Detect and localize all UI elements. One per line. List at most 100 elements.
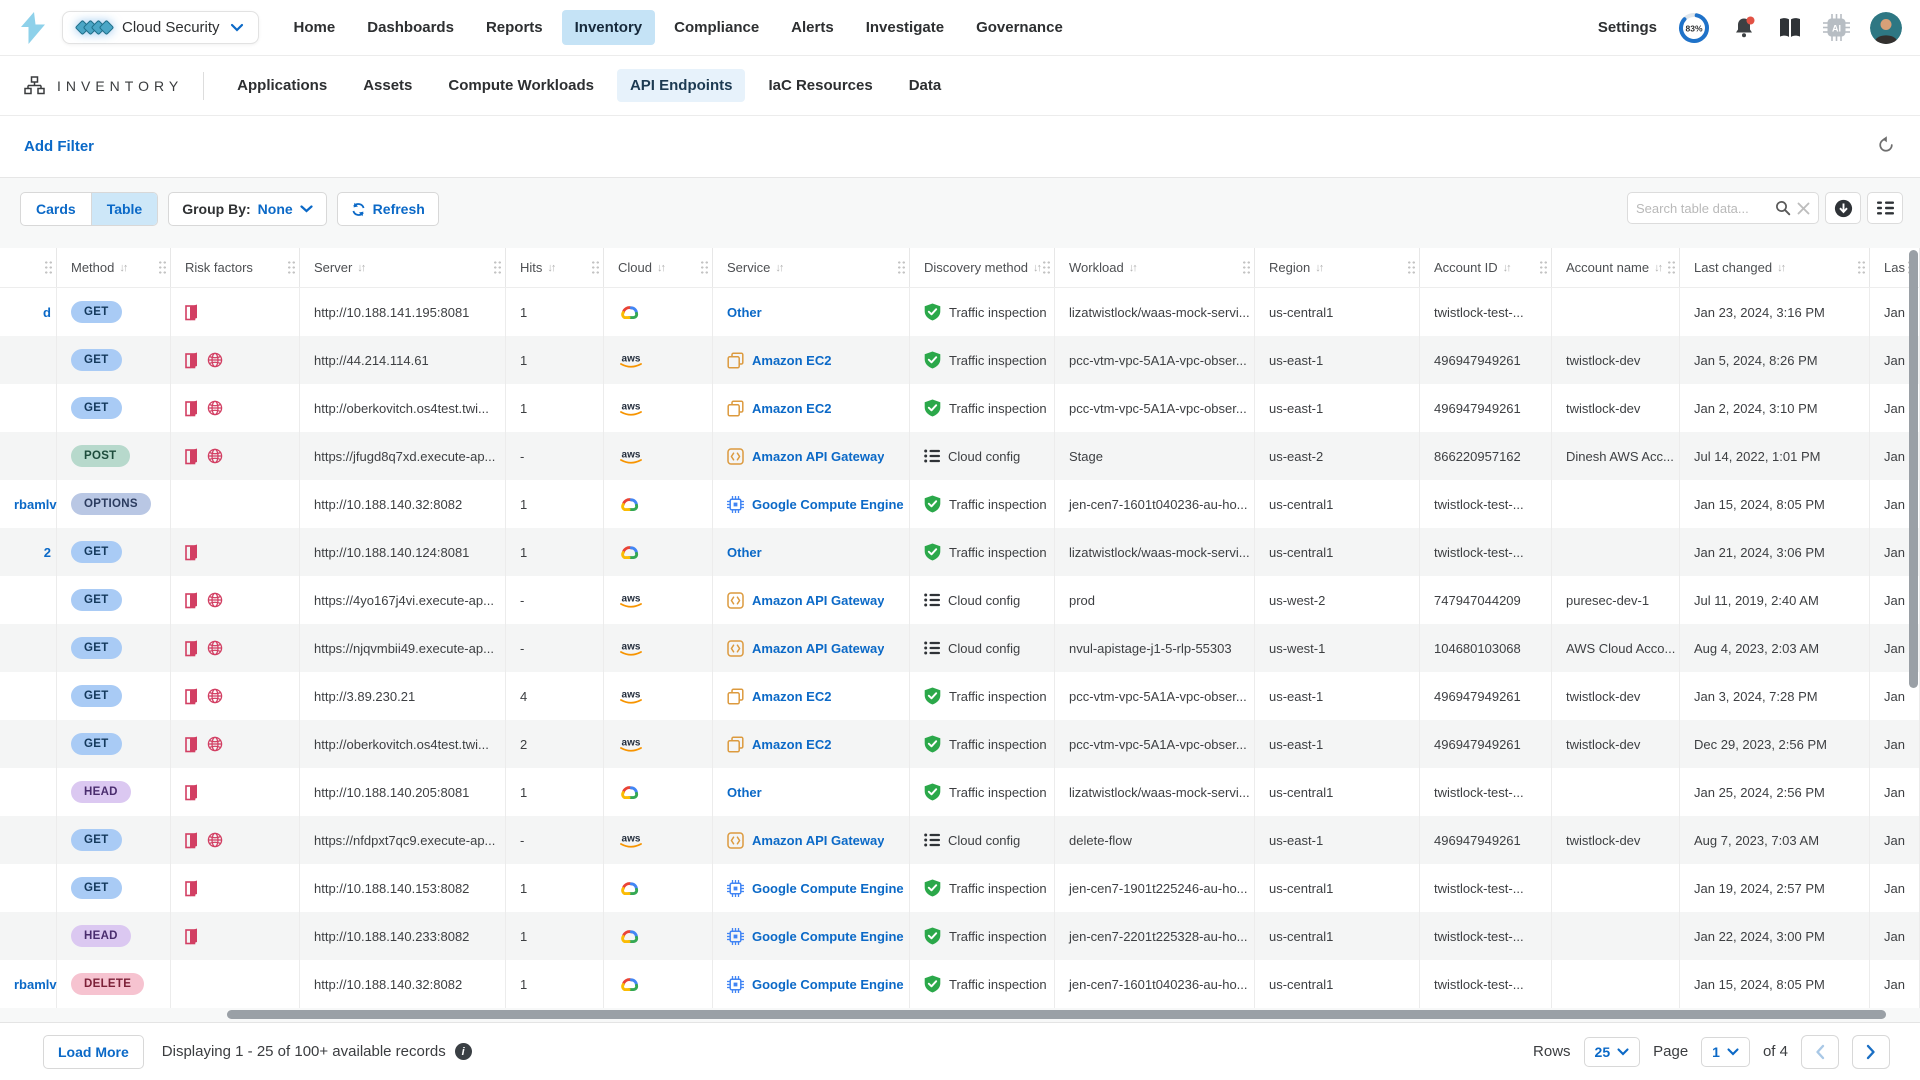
column-resize-grip[interactable]	[700, 260, 709, 275]
service-link[interactable]: Amazon API Gateway	[752, 833, 884, 848]
view-table-button[interactable]: Table	[91, 193, 158, 225]
sort-arrows-icon[interactable]: ↓↑	[1129, 262, 1136, 274]
page-select[interactable]: 1	[1701, 1037, 1750, 1067]
nav-item-home[interactable]: Home	[281, 10, 349, 45]
service-link[interactable]: Amazon EC2	[752, 737, 831, 752]
column-resize-grip[interactable]	[897, 260, 906, 275]
column-resize-grip[interactable]	[1242, 260, 1251, 275]
reset-filters-icon[interactable]	[1877, 135, 1896, 159]
service-link[interactable]: Amazon API Gateway	[752, 641, 884, 656]
usage-ring[interactable]: 83%	[1677, 11, 1711, 45]
column-header-account_name[interactable]: Account name↓↑	[1552, 248, 1680, 287]
column-header-cloud[interactable]: Cloud↓↑	[604, 248, 713, 287]
sort-arrows-icon[interactable]: ↓↑	[119, 262, 126, 274]
add-filter-button[interactable]: Add Filter	[24, 138, 94, 155]
sort-arrows-icon[interactable]: ↓↑	[1503, 262, 1510, 274]
aws-cloud-icon: aws	[618, 640, 644, 657]
column-resize-grip[interactable]	[1667, 260, 1676, 275]
column-resize-grip[interactable]	[158, 260, 167, 275]
service-link[interactable]: Google Compute Engine	[752, 881, 904, 896]
cell-workload: lizatwistlock/waas-mock-servi...	[1055, 288, 1255, 336]
sort-arrows-icon[interactable]: ↓↑	[1654, 262, 1661, 274]
service-link[interactable]: Google Compute Engine	[752, 977, 904, 992]
column-header-region[interactable]: Region↓↑	[1255, 248, 1420, 287]
nav-item-governance[interactable]: Governance	[963, 10, 1076, 45]
sort-arrows-icon[interactable]: ↓↑	[775, 262, 782, 274]
docs-book-icon[interactable]	[1777, 16, 1803, 40]
sort-arrows-icon[interactable]: ↓↑	[657, 262, 664, 274]
column-resize-grip[interactable]	[493, 260, 502, 275]
service-link[interactable]: Amazon API Gateway	[752, 449, 884, 464]
next-page-button[interactable]	[1852, 1035, 1890, 1069]
endpoint-name-link[interactable]: rbamlv	[14, 977, 57, 992]
column-header-account_id[interactable]: Account ID↓↑	[1420, 248, 1552, 287]
service-link[interactable]: Amazon EC2	[752, 401, 831, 416]
service-link[interactable]: Other	[727, 545, 762, 560]
column-resize-grip[interactable]	[44, 260, 53, 275]
tab-compute-workloads[interactable]: Compute Workloads	[435, 69, 607, 102]
sort-arrows-icon[interactable]: ↓↑	[1315, 262, 1322, 274]
sort-arrows-icon[interactable]: ↓↑	[1777, 262, 1784, 274]
refresh-button[interactable]: Refresh	[337, 192, 439, 226]
nav-item-investigate[interactable]: Investigate	[853, 10, 957, 45]
column-header-last_changed[interactable]: Last changed↓↑	[1680, 248, 1870, 287]
vertical-scrollbar[interactable]	[1909, 250, 1918, 688]
sort-arrows-icon[interactable]: ↓↑	[357, 262, 364, 274]
risk-internet-exposed-icon	[207, 448, 223, 464]
service-link[interactable]: Other	[727, 785, 762, 800]
view-cards-button[interactable]: Cards	[21, 193, 91, 225]
column-resize-grip[interactable]	[1539, 260, 1548, 275]
service-link[interactable]: Google Compute Engine	[752, 929, 904, 944]
user-avatar[interactable]	[1870, 12, 1902, 44]
nav-item-alerts[interactable]: Alerts	[778, 10, 847, 45]
tab-data[interactable]: Data	[896, 69, 955, 102]
rows-per-page-select[interactable]: 25	[1584, 1037, 1641, 1067]
search-input[interactable]	[1636, 201, 1769, 216]
clear-search-icon[interactable]	[1797, 202, 1810, 215]
nav-item-inventory[interactable]: Inventory	[562, 10, 656, 45]
group-by-button[interactable]: Group By: None	[168, 192, 326, 226]
service-link[interactable]: Google Compute Engine	[752, 497, 904, 512]
last_observed-value: Jan	[1884, 353, 1905, 368]
tab-applications[interactable]: Applications	[224, 69, 340, 102]
nav-item-compliance[interactable]: Compliance	[661, 10, 772, 45]
cell-account_name: AWS Cloud Acco...	[1552, 624, 1680, 672]
endpoint-name-link[interactable]: d	[43, 305, 57, 320]
tab-iac-resources[interactable]: IaC Resources	[755, 69, 885, 102]
service-link[interactable]: Other	[727, 305, 762, 320]
column-header-workload[interactable]: Workload↓↑	[1055, 248, 1255, 287]
search-icon[interactable]	[1775, 200, 1791, 216]
endpoint-name-link[interactable]: 2	[44, 545, 57, 560]
tab-assets[interactable]: Assets	[350, 69, 425, 102]
product-selector[interactable]: Cloud Security	[62, 11, 259, 44]
tab-api-endpoints[interactable]: API Endpoints	[617, 69, 746, 102]
nav-item-reports[interactable]: Reports	[473, 10, 556, 45]
service-link[interactable]: Amazon EC2	[752, 689, 831, 704]
column-resize-grip[interactable]	[591, 260, 600, 275]
load-more-button[interactable]: Load More	[43, 1035, 144, 1069]
download-button[interactable]	[1825, 192, 1861, 224]
info-icon[interactable]: i	[455, 1043, 472, 1060]
notifications-bell-icon[interactable]	[1731, 15, 1757, 41]
column-settings-button[interactable]	[1867, 192, 1903, 224]
nav-item-dashboards[interactable]: Dashboards	[354, 10, 467, 45]
ai-copilot-icon[interactable]: AI	[1823, 14, 1850, 41]
column-resize-grip[interactable]	[287, 260, 296, 275]
sort-arrows-icon[interactable]: ↓↑	[1033, 262, 1040, 274]
horizontal-scrollbar[interactable]	[227, 1010, 1886, 1019]
column-header-service[interactable]: Service↓↑	[713, 248, 910, 287]
column-resize-grip[interactable]	[1042, 260, 1051, 275]
cell-cloud	[604, 912, 713, 960]
prev-page-button[interactable]	[1801, 1035, 1839, 1069]
sort-arrows-icon[interactable]: ↓↑	[547, 262, 554, 274]
column-header-discovery[interactable]: Discovery method↓↑	[910, 248, 1055, 287]
service-link[interactable]: Amazon EC2	[752, 353, 831, 368]
service-link[interactable]: Amazon API Gateway	[752, 593, 884, 608]
column-resize-grip[interactable]	[1857, 260, 1866, 275]
column-header-hits[interactable]: Hits↓↑	[506, 248, 604, 287]
settings-link[interactable]: Settings	[1598, 19, 1657, 36]
column-resize-grip[interactable]	[1407, 260, 1416, 275]
endpoint-name-link[interactable]: rbamlv	[14, 497, 57, 512]
column-header-method[interactable]: Method↓↑	[57, 248, 171, 287]
column-header-server[interactable]: Server↓↑	[300, 248, 506, 287]
